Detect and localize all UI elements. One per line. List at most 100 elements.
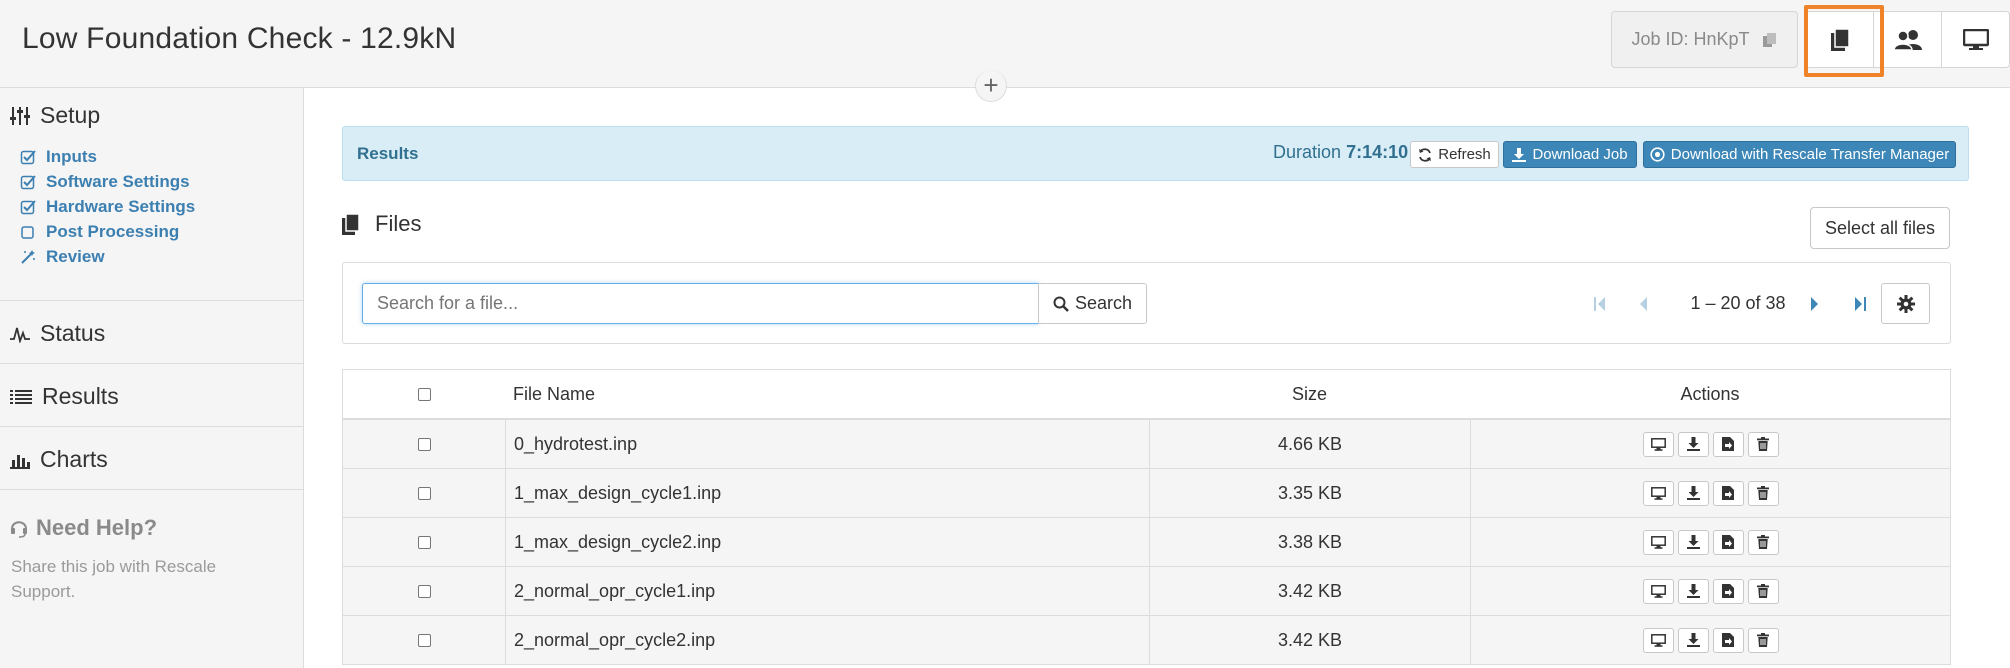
page-header: Low Foundation Check - 12.9kN Job ID: Hn… — [0, 0, 2010, 88]
sidebar-status-label: Status — [40, 320, 106, 346]
copy-file-button[interactable] — [1712, 627, 1744, 653]
trash-icon — [1757, 437, 1769, 451]
delete-file-button[interactable] — [1747, 431, 1779, 457]
job-id-button[interactable]: Job ID: HnKpT — [1611, 11, 1798, 68]
trash-icon — [1757, 486, 1769, 500]
files-title: Files — [375, 211, 422, 236]
expand-plus-button[interactable]: + — [975, 70, 1007, 102]
download-file-button[interactable] — [1677, 480, 1709, 506]
row-checkbox[interactable] — [417, 535, 431, 549]
row-actions — [1470, 469, 1950, 517]
column-header-file-name[interactable]: File Name — [505, 370, 1149, 418]
copy-file-button[interactable] — [1712, 529, 1744, 555]
delete-file-button[interactable] — [1747, 578, 1779, 604]
last-page-button[interactable] — [1849, 283, 1871, 324]
file-search-input[interactable] — [362, 283, 1039, 324]
delete-file-button[interactable] — [1747, 627, 1779, 653]
row-checkbox[interactable] — [417, 584, 431, 598]
copy-file-button[interactable] — [1712, 431, 1744, 457]
table-row: 0_hydrotest.inp 4.66 KB — [343, 420, 1950, 469]
row-checkbox[interactable] — [417, 633, 431, 647]
download-transfer-manager-button[interactable]: Download with Rescale Transfer Manager — [1643, 141, 1956, 168]
download-file-button[interactable] — [1677, 529, 1709, 555]
column-header-size[interactable]: Size — [1149, 370, 1470, 418]
row-actions — [1470, 420, 1950, 468]
previous-page-button[interactable] — [1632, 283, 1654, 324]
file-export-icon — [1722, 437, 1734, 451]
last-page-icon — [1853, 296, 1867, 312]
row-checkbox[interactable] — [417, 486, 431, 500]
download-job-button[interactable]: Download Job — [1503, 141, 1637, 168]
chevron-right-icon — [1810, 296, 1820, 312]
view-file-button[interactable] — [1642, 431, 1674, 457]
users-icon — [1892, 29, 1923, 51]
sidebar-item-inputs[interactable]: Inputs — [20, 144, 195, 169]
copy-file-button[interactable] — [1712, 480, 1744, 506]
sidebar-item-setup[interactable]: Setup — [10, 102, 100, 129]
file-name: 0_hydrotest.inp — [505, 420, 1149, 468]
select-all-files-button[interactable]: Select all files — [1810, 207, 1950, 249]
file-name: 1_max_design_cycle1.inp — [505, 469, 1149, 517]
duration-value: 7:14:10 — [1346, 142, 1409, 162]
refresh-button[interactable]: Refresh — [1410, 141, 1499, 168]
settings-button[interactable] — [1881, 283, 1930, 324]
setup-items-list: Inputs Software Settings Hardware Settin… — [20, 144, 195, 269]
copy-file-button[interactable] — [1712, 578, 1744, 604]
delete-file-button[interactable] — [1747, 480, 1779, 506]
sidebar-item-status[interactable]: Status — [10, 320, 105, 347]
list-icon — [10, 389, 32, 405]
column-header-actions: Actions — [1680, 383, 1740, 404]
sidebar-item-post-processing[interactable]: Post Processing — [20, 219, 195, 244]
desktop-view-button[interactable] — [1941, 11, 2010, 68]
file-name: 1_max_design_cycle2.inp — [505, 518, 1149, 566]
next-page-button[interactable] — [1804, 283, 1826, 324]
download-job-label: Download Job — [1532, 146, 1628, 163]
pagination-text: 1 – 20 of 38 — [1690, 293, 1786, 313]
sidebar-item-results[interactable]: Results — [10, 383, 119, 410]
search-panel: Search 1 – 20 of 38 — [342, 262, 1951, 344]
download-icon — [1686, 535, 1700, 549]
download-file-button[interactable] — [1677, 431, 1709, 457]
search-button[interactable]: Search — [1038, 283, 1147, 324]
refresh-label: Refresh — [1438, 146, 1491, 163]
headset-icon — [10, 518, 28, 538]
sidebar-item-charts[interactable]: Charts — [10, 446, 108, 473]
sidebar-item-hardware-settings[interactable]: Hardware Settings — [20, 194, 195, 219]
view-file-button[interactable] — [1642, 578, 1674, 604]
pulse-icon — [10, 325, 30, 343]
view-file-button[interactable] — [1642, 480, 1674, 506]
sidebar-item-label: Inputs — [46, 146, 97, 166]
sidebar-item-software-settings[interactable]: Software Settings — [20, 169, 195, 194]
files-view-button[interactable] — [1805, 11, 1874, 68]
monitor-icon — [1650, 633, 1666, 647]
file-size: 4.66 KB — [1149, 420, 1470, 468]
search-icon — [1053, 296, 1069, 312]
view-file-button[interactable] — [1642, 529, 1674, 555]
chevron-left-icon — [1638, 296, 1648, 312]
download-file-button[interactable] — [1677, 627, 1709, 653]
share-users-button[interactable] — [1873, 11, 1942, 68]
select-all-checkbox[interactable] — [417, 387, 431, 401]
download-file-button[interactable] — [1677, 578, 1709, 604]
row-checkbox[interactable] — [417, 437, 431, 451]
file-name: 2_normal_opr_cycle1.inp — [505, 567, 1149, 615]
table-row: 1_max_design_cycle2.inp 3.38 KB — [343, 518, 1950, 567]
monitor-icon — [1962, 28, 1989, 51]
trash-icon — [1757, 535, 1769, 549]
download-icon — [1512, 147, 1527, 162]
delete-file-button[interactable] — [1747, 529, 1779, 555]
first-page-icon — [1593, 296, 1607, 312]
row-actions — [1470, 518, 1950, 566]
sidebar-item-label: Hardware Settings — [46, 196, 196, 216]
job-id-label: Job ID: HnKpT — [1631, 29, 1750, 49]
first-page-button[interactable] — [1589, 283, 1611, 324]
file-size: 3.38 KB — [1149, 518, 1470, 566]
row-actions — [1470, 567, 1950, 615]
sliders-icon — [10, 106, 30, 126]
copy-icon — [1762, 32, 1778, 48]
table-row: 2_normal_opr_cycle2.inp 3.42 KB — [343, 616, 1950, 665]
table-row: 2_normal_opr_cycle1.inp 3.42 KB — [343, 567, 1950, 616]
row-actions — [1470, 616, 1950, 664]
view-file-button[interactable] — [1642, 627, 1674, 653]
sidebar-item-review[interactable]: Review — [20, 244, 195, 269]
